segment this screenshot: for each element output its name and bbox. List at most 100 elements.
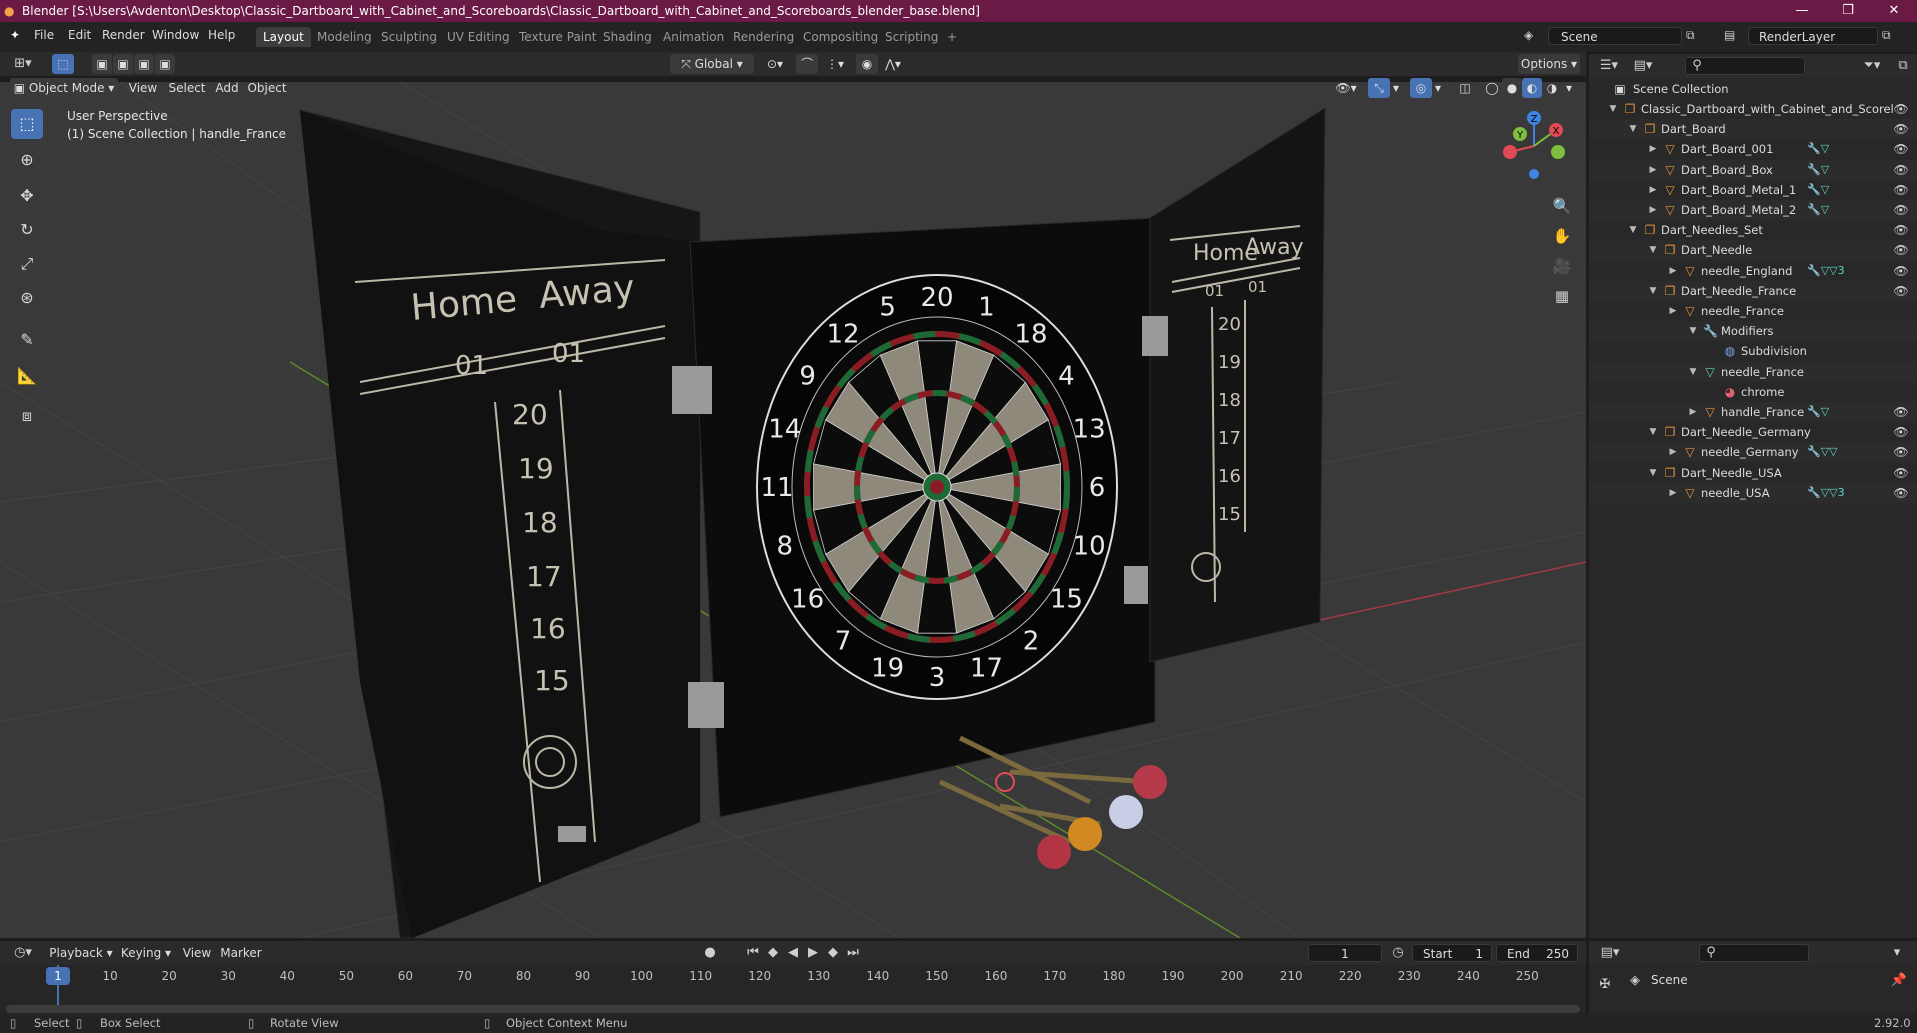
menu-edit[interactable]: Edit	[68, 28, 91, 42]
expand-toggle-icon[interactable]: ▶	[1647, 200, 1659, 220]
tab-compositing[interactable]: Compositing	[796, 27, 885, 47]
menu-render[interactable]: Render	[102, 28, 145, 42]
tab-rendering[interactable]: Rendering	[726, 27, 801, 47]
playhead-frame-badge[interactable]: 1	[46, 967, 70, 985]
menu-view[interactable]: View	[126, 78, 160, 98]
jump-start-icon[interactable]: ⏮	[744, 943, 762, 963]
outliner-row[interactable]: ▼ ▽ needle_France	[1589, 361, 1917, 382]
object-data-tags-icon[interactable]: 🔧▽	[1807, 402, 1829, 422]
play-icon[interactable]: ▶	[804, 943, 822, 963]
gizmo-toggle-icon[interactable]: ⤡	[1368, 78, 1390, 98]
shading-dropdown-icon[interactable]: ▾	[1562, 78, 1576, 98]
jump-end-icon[interactable]: ⏭	[844, 943, 862, 963]
maximize-button[interactable]: ❐	[1825, 0, 1871, 22]
options-dropdown[interactable]: Options ▾	[1518, 54, 1580, 74]
close-button[interactable]: ✕	[1871, 0, 1917, 22]
outliner-row[interactable]: ◕ chrome	[1589, 382, 1917, 402]
outliner-row[interactable]: ▼ ❐ Dart_Needles_Set 👁	[1589, 220, 1917, 240]
tool-settings-icon[interactable]: ✠	[1595, 975, 1615, 995]
expand-toggle-icon[interactable]: ▶	[1667, 261, 1679, 281]
gizmo-dropdown-icon[interactable]: ▾	[1390, 78, 1402, 98]
timeline-editor-icon[interactable]: ◷▾	[10, 943, 36, 963]
tab-texture-paint[interactable]: Texture Paint	[512, 27, 603, 47]
tab-layout[interactable]: Layout	[256, 27, 311, 47]
add-cube-tool-icon[interactable]: ⧈	[11, 401, 43, 431]
menu-playback[interactable]: Playback ▾	[48, 943, 114, 963]
outliner-row[interactable]: ▶ ▽ needle_Germany 🔧▽▽ 👁	[1589, 442, 1917, 463]
proportional-edit-icon[interactable]: ◉	[856, 54, 878, 74]
select-box-tool-icon[interactable]: ⬚	[11, 109, 43, 139]
expand-toggle-icon[interactable]: ▶	[1667, 483, 1679, 503]
outliner-row[interactable]: ▶ ▽ Dart_Board_Metal_1 🔧▽ 👁	[1589, 180, 1917, 200]
visibility-eye-icon[interactable]: 👁	[1893, 200, 1909, 220]
expand-toggle-icon[interactable]: ▼	[1687, 321, 1699, 341]
menu-add[interactable]: Add	[212, 78, 242, 98]
menu-keying[interactable]: Keying ▾	[118, 943, 174, 963]
object-data-tags-icon[interactable]: 🔧▽	[1807, 180, 1829, 200]
tab-scripting[interactable]: Scripting	[878, 27, 945, 47]
object-data-tags-icon[interactable]: 🔧▽▽3	[1807, 483, 1845, 503]
view-layer-selector[interactable]: RenderLayer	[1748, 27, 1878, 45]
shading-wireframe-icon[interactable]: ◯	[1482, 78, 1502, 98]
select-mode-new-icon[interactable]: ▣	[92, 54, 112, 74]
measure-tool-icon[interactable]: 📐	[11, 361, 43, 391]
timeline-scrollbar[interactable]	[6, 1005, 1580, 1013]
properties-editor-icon[interactable]: ▤▾	[1597, 943, 1623, 963]
object-data-tags-icon[interactable]: 🔧▽▽	[1807, 442, 1838, 462]
rotate-tool-icon[interactable]: ↻	[11, 215, 43, 245]
expand-toggle-icon[interactable]: ▼	[1687, 362, 1699, 382]
current-frame-field[interactable]: 1	[1308, 944, 1382, 962]
visibility-eye-icon[interactable]: 👁	[1893, 402, 1909, 422]
object-data-tags-icon[interactable]: 🔧▽▽3	[1807, 261, 1845, 281]
expand-toggle-icon[interactable]: ▼	[1607, 99, 1619, 119]
visibility-eye-icon[interactable]: 👁	[1893, 442, 1909, 462]
outliner-row[interactable]: ▶ ▽ Dart_Board_Box 🔧▽ 👁	[1589, 159, 1917, 180]
play-reverse-icon[interactable]: ◀	[784, 943, 802, 963]
3d-viewport[interactable]: Home Away 01 01 20 19 18 17 16 15 Home A…	[0, 82, 1586, 938]
snap-icon[interactable]: ⌒	[796, 54, 818, 74]
menu-object[interactable]: Object	[246, 78, 288, 98]
object-data-tags-icon[interactable]: 🔧▽	[1807, 139, 1829, 159]
scene-selector[interactable]: Scene	[1548, 27, 1682, 45]
visibility-eye-icon[interactable]: 👁	[1893, 180, 1909, 200]
visibility-eye-icon[interactable]: 👁	[1893, 422, 1909, 442]
outliner-row[interactable]: ▶ ▽ Dart_Board_001 🔧▽ 👁	[1589, 139, 1917, 159]
expand-toggle-icon[interactable]: ▼	[1647, 422, 1659, 442]
zoom-icon[interactable]: 🔍	[1548, 192, 1576, 220]
navigation-gizmo[interactable]: Z Y X	[1496, 108, 1572, 184]
expand-toggle-icon[interactable]: ▼	[1627, 220, 1639, 240]
outliner-row[interactable]: ▶ ▽ needle_England 🔧▽▽3 👁	[1589, 261, 1917, 281]
snap-target-icon[interactable]: ⋮▾	[820, 54, 850, 74]
proportional-falloff-icon[interactable]: ⋀▾	[880, 54, 906, 74]
overlay-toggle-icon[interactable]: ◎	[1410, 78, 1432, 98]
visibility-eye-icon[interactable]: 👁	[1893, 281, 1909, 301]
outliner-row[interactable]: ▼ ❐ Dart_Needle_Germany 👁	[1589, 422, 1917, 442]
outliner-row[interactable]: ▼ ❐ Classic_Dartboard_with_Cabinet_and_Sco…	[1589, 99, 1917, 119]
record-icon[interactable]: ●	[700, 943, 720, 963]
gizmo-x-neg-icon[interactable]	[1503, 145, 1517, 159]
outliner-row[interactable]: ◍ Subdivision	[1589, 341, 1917, 361]
visibility-eye-icon[interactable]: 👁	[1893, 99, 1909, 119]
tab-shading[interactable]: Shading	[596, 27, 659, 47]
blender-menu-icon[interactable]: ✦	[10, 28, 20, 42]
pin-icon[interactable]: 📌	[1889, 971, 1909, 991]
mode-dropdown[interactable]: ▣ Object Mode ▾	[10, 78, 118, 98]
outliner-root[interactable]: ▣ Scene Collection	[1589, 79, 1917, 99]
scale-tool-icon[interactable]: ⤢	[11, 249, 43, 279]
object-data-tags-icon[interactable]: 🔧▽	[1807, 160, 1829, 180]
filter-icon[interactable]: ⏷▾	[1859, 56, 1885, 76]
annotate-tool-icon[interactable]: ✎	[11, 325, 43, 355]
menu-file[interactable]: File	[34, 28, 54, 42]
visibility-eye-icon[interactable]: 👁	[1893, 119, 1909, 139]
tab-uv-editing[interactable]: UV Editing	[440, 27, 517, 47]
expand-toggle-icon[interactable]: ▼	[1627, 119, 1639, 139]
visibility-eye-icon[interactable]: 👁	[1893, 160, 1909, 180]
visibility-icon[interactable]: 👁▾	[1330, 78, 1362, 98]
next-keyframe-icon[interactable]: ◆	[824, 943, 842, 963]
cursor-tool-icon[interactable]: ⊕	[11, 145, 43, 175]
overlay-dropdown-icon[interactable]: ▾	[1432, 78, 1444, 98]
object-data-tags-icon[interactable]: 🔧▽	[1807, 200, 1829, 220]
outliner-row[interactable]: ▶ ▽ Dart_Board_Metal_2 🔧▽ 👁	[1589, 200, 1917, 220]
menu-select[interactable]: Select	[166, 78, 208, 98]
visibility-eye-icon[interactable]: 👁	[1893, 261, 1909, 281]
